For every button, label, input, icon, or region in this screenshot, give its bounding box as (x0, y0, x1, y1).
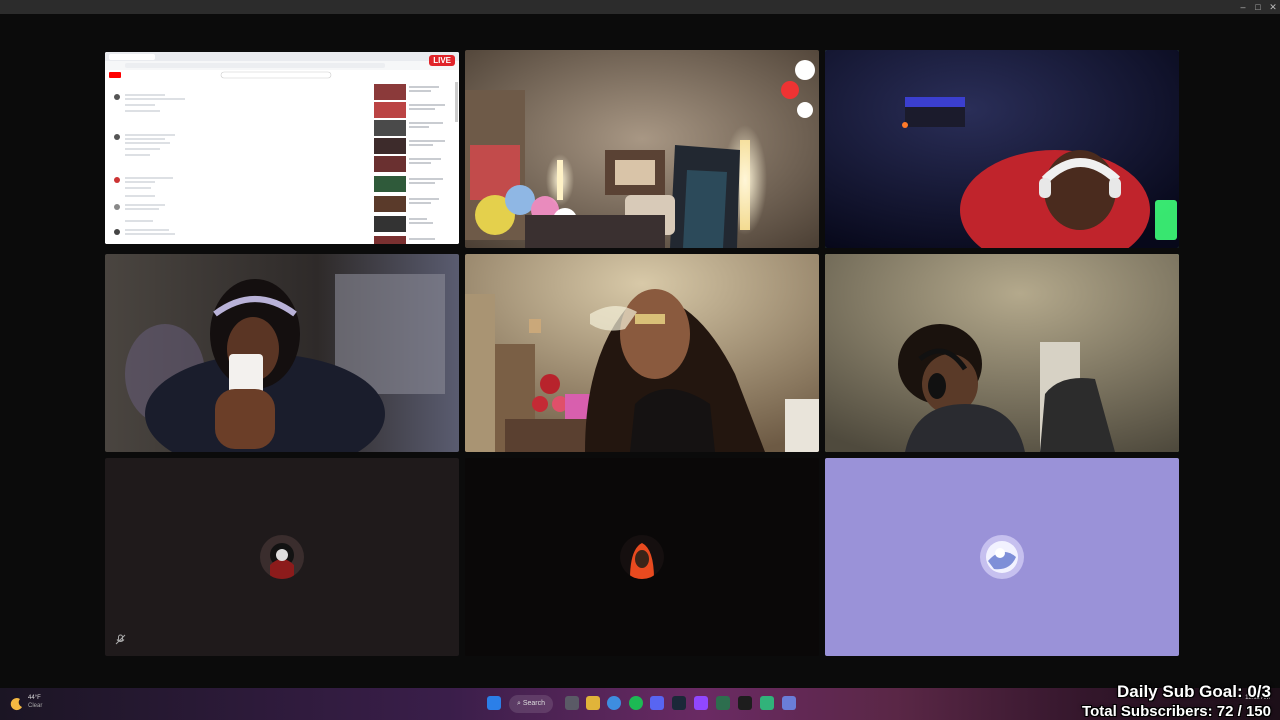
mic-muted-icon[interactable] (115, 634, 126, 645)
minimize-button[interactable]: – (1236, 1, 1250, 13)
discord-icon[interactable] (650, 696, 664, 710)
search-label: Search (522, 700, 546, 707)
moon-icon (10, 698, 22, 711)
participant-tile-camera-off-3[interactable] (825, 458, 1179, 656)
participant-avatar-2 (620, 535, 664, 579)
participant-tile-camera-off-2[interactable] (465, 458, 819, 656)
streaming-app-icon[interactable] (738, 696, 752, 710)
participant-tile-headphones[interactable] (825, 50, 1179, 248)
participant-tile-phone[interactable] (105, 254, 459, 452)
participant-tile-headset[interactable] (825, 254, 1179, 452)
screen-share-tile[interactable]: LIVE (105, 52, 459, 244)
participant-avatar-3 (980, 535, 1024, 579)
maximize-button[interactable]: □ (1251, 1, 1265, 13)
participant-tile-wine-glass[interactable] (465, 254, 819, 452)
start-button-icon[interactable] (487, 696, 501, 710)
total-subscribers: Total Subscribers: 72 / 150 (1082, 703, 1271, 720)
window-titlebar: – □ ✕ (0, 0, 1280, 14)
daily-sub-goal: Daily Sub Goal: 0/3 (1117, 682, 1271, 701)
camera-feed-phone (105, 254, 459, 452)
participant-tile-room-cam[interactable] (465, 50, 819, 248)
file-explorer-icon[interactable] (586, 696, 600, 710)
shared-browser-screenshot (105, 52, 459, 244)
camera-feed-wine-glass (465, 254, 819, 452)
weather-temp: 44°F (28, 695, 41, 701)
camera-feed-headset (825, 254, 1179, 452)
app-icon-1[interactable] (716, 696, 730, 710)
weather-widget[interactable]: 44°F Clear (10, 694, 50, 714)
chrome-icon[interactable] (607, 696, 621, 710)
steam-icon[interactable] (672, 696, 686, 710)
camera-feed-room (465, 50, 819, 248)
search-box[interactable]: ⌕ Search (509, 695, 553, 713)
close-button[interactable]: ✕ (1266, 1, 1280, 13)
task-view-icon[interactable] (565, 696, 579, 710)
live-badge: LIVE (429, 55, 455, 66)
app-icon-2[interactable] (760, 696, 774, 710)
app-icon-3[interactable] (782, 696, 796, 710)
twitch-icon[interactable] (694, 696, 708, 710)
participant-tile-camera-off-1[interactable] (105, 458, 459, 656)
spotify-icon[interactable] (629, 696, 643, 710)
participant-avatar-1 (260, 535, 304, 579)
weather-condition: Clear (28, 703, 43, 709)
camera-feed-headphones (825, 50, 1179, 248)
